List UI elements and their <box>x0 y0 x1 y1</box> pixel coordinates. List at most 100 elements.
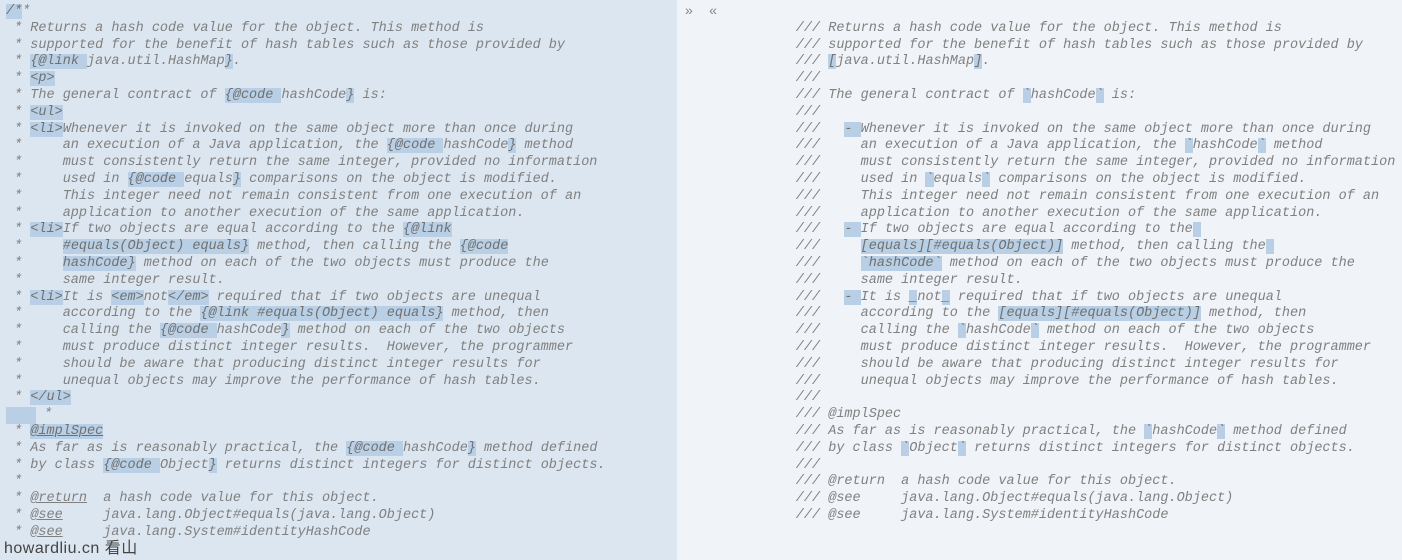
right-code-line[interactable]: /// @see java.lang.System#identityHashCo… <box>725 508 1402 525</box>
left-code-line[interactable]: * @implSpec <box>0 424 677 441</box>
prev-diff-icon[interactable]: « <box>709 4 717 21</box>
code-segment: {@link <box>30 54 87 69</box>
right-code-line[interactable]: /// used in `equals` comparisons on the … <box>725 172 1402 189</box>
code-segment: <em> <box>111 290 143 305</box>
right-code-line[interactable]: /// unequal objects may improve the perf… <box>725 374 1402 391</box>
left-code-line[interactable]: * must consistently return the same inte… <box>0 155 677 172</box>
left-code-line[interactable]: * must produce distinct integer results.… <box>0 340 677 357</box>
right-code-line[interactable] <box>725 4 1402 21</box>
right-code-line[interactable]: /// <box>725 71 1402 88</box>
left-code-line[interactable]: * application to another execution of th… <box>0 206 677 223</box>
left-code-line[interactable]: * <p> <box>0 71 677 88</box>
code-segment: @implSpec <box>30 424 103 439</box>
code-segment: java.util.HashMap <box>836 54 974 69</box>
code-segment: [equals][#equals(Object)] <box>861 239 1064 254</box>
right-code-line[interactable]: /// supported for the benefit of hash ta… <box>725 38 1402 55</box>
left-code-line[interactable]: * The general contract of {@code hashCod… <box>0 88 677 105</box>
right-code-line[interactable]: /// according to the [equals][#equals(Ob… <box>725 306 1402 323</box>
code-segment: /// This integer need not remain consist… <box>731 189 1379 204</box>
left-code-line[interactable]: * {@link java.util.HashMap}. <box>0 54 677 71</box>
right-code-line[interactable]: /// [equals][#equals(Object)] method, th… <box>725 239 1402 256</box>
right-code-line[interactable]: /// As far as is reasonably practical, t… <box>725 424 1402 441</box>
right-code-line[interactable]: /// - Whenever it is invoked on the same… <box>725 122 1402 139</box>
left-code-line[interactable]: * #equals(Object) equals} method, then c… <box>0 239 677 256</box>
left-code-line[interactable]: * calling the {@code hashCode} method on… <box>0 323 677 340</box>
left-code-line[interactable]: * @see java.lang.System#identityHashCode <box>0 525 677 542</box>
code-segment: . <box>982 54 990 69</box>
code-segment: not <box>144 290 168 305</box>
code-segment: * used in <box>6 172 128 187</box>
left-pane[interactable]: /** * Returns a hash code value for the … <box>0 0 677 560</box>
right-code-line[interactable]: /// an execution of a Java application, … <box>725 138 1402 155</box>
code-segment: @see <box>30 525 62 540</box>
right-code-line[interactable]: /// must consistently return the same in… <box>725 155 1402 172</box>
left-code-line[interactable]: * <box>0 474 677 491</box>
code-segment: * unequal objects may improve the perfor… <box>6 374 541 389</box>
left-code-line[interactable]: * an execution of a Java application, th… <box>0 138 677 155</box>
right-code-line[interactable]: /// <box>725 105 1402 122</box>
left-code-line[interactable]: * <li>Whenever it is invoked on the same… <box>0 122 677 139</box>
right-code-line[interactable]: /// This integer need not remain consist… <box>725 189 1402 206</box>
left-code-line[interactable]: /** <box>0 4 677 21</box>
right-code-line[interactable]: /// @see java.lang.Object#equals(java.la… <box>725 491 1402 508</box>
diff-gutter-right: « <box>701 0 725 560</box>
left-code-line[interactable]: * As far as is reasonably practical, the… <box>0 441 677 458</box>
left-code-line[interactable]: * by class {@code Object} returns distin… <box>0 458 677 475</box>
left-code-line[interactable]: * unequal objects may improve the perfor… <box>0 374 677 391</box>
left-code-line[interactable]: * @see java.lang.Object#equals(java.lang… <box>0 508 677 525</box>
right-code-line[interactable]: /// - It is _not_ required that if two o… <box>725 290 1402 307</box>
left-code-line[interactable]: * <li>If two objects are equal according… <box>0 222 677 239</box>
right-code-line[interactable]: /// must produce distinct integer result… <box>725 340 1402 357</box>
code-segment: hashCode <box>966 323 1031 338</box>
code-segment: /// <box>731 458 820 473</box>
code-segment: </ul> <box>30 390 71 405</box>
right-code-line[interactable]: /// <box>725 458 1402 475</box>
right-code-line[interactable]: /// - If two objects are equal according… <box>725 222 1402 239</box>
right-code-line[interactable]: /// @return a hash code value for this o… <box>725 474 1402 491</box>
code-segment: /// <box>731 71 820 86</box>
left-code-line[interactable]: * <ul> <box>0 105 677 122</box>
right-code-line[interactable]: /// The general contract of `hashCode` i… <box>725 88 1402 105</box>
left-code-line[interactable]: * This integer need not remain consisten… <box>0 189 677 206</box>
right-code-line[interactable]: /// same integer result. <box>725 273 1402 290</box>
right-code-line[interactable]: /// [java.util.HashMap]. <box>725 54 1402 71</box>
code-segment: /// used in <box>731 172 925 187</box>
right-pane[interactable]: /// Returns a hash code value for the ob… <box>725 0 1402 560</box>
right-code-line[interactable]: /// application to another execution of … <box>725 206 1402 223</box>
code-segment: * <box>36 407 52 422</box>
code-segment: {@code <box>103 458 160 473</box>
left-code-line[interactable]: * according to the {@link #equals(Object… <box>0 306 677 323</box>
code-segment: /// supported for the benefit of hash ta… <box>731 38 1363 53</box>
code-segment: It is <box>63 290 112 305</box>
next-diff-icon[interactable]: » <box>685 4 693 21</box>
code-segment: /// <box>731 122 844 137</box>
code-segment: not <box>917 290 941 305</box>
code-segment: @see <box>30 508 62 523</box>
code-segment: /// <box>731 239 861 254</box>
left-code-line[interactable]: * hashCode} method on each of the two ob… <box>0 256 677 273</box>
right-code-line[interactable]: /// @implSpec <box>725 407 1402 424</box>
code-segment: method, then calling the <box>1063 239 1266 254</box>
left-code-line[interactable]: * @return a hash code value for this obj… <box>0 491 677 508</box>
left-code-line[interactable]: * supported for the benefit of hash tabl… <box>0 38 677 55</box>
left-code-line[interactable]: * same integer result. <box>0 273 677 290</box>
code-segment: hashCode <box>1152 424 1217 439</box>
right-code-line[interactable]: /// `hashCode` method on each of the two… <box>725 256 1402 273</box>
right-code-line[interactable]: /// <box>725 390 1402 407</box>
right-code-line[interactable]: /// Returns a hash code value for the ob… <box>725 21 1402 38</box>
code-segment: /// <box>731 390 820 405</box>
right-code-line[interactable]: /// calling the `hashCode` method on eac… <box>725 323 1402 340</box>
left-code-line[interactable]: * should be aware that producing distinc… <box>0 357 677 374</box>
code-segment: * should be aware that producing distinc… <box>6 357 541 372</box>
left-code-line[interactable]: * used in {@code equals} comparisons on … <box>0 172 677 189</box>
code-segment: /// <box>731 290 844 305</box>
code-segment: * by class <box>6 458 103 473</box>
left-code-line[interactable]: * <li>It is <em>not</em> required that i… <box>0 290 677 307</box>
right-code-line[interactable]: /// should be aware that producing disti… <box>725 357 1402 374</box>
left-code-line[interactable]: * <box>0 407 677 424</box>
left-code-line[interactable]: * </ul> <box>0 390 677 407</box>
code-segment: [equals][#equals(Object)] <box>998 306 1201 321</box>
right-code-line[interactable]: /// by class `Object` returns distinct i… <box>725 441 1402 458</box>
left-code-line[interactable]: * Returns a hash code value for the obje… <box>0 21 677 38</box>
code-segment: hashCode <box>217 323 282 338</box>
